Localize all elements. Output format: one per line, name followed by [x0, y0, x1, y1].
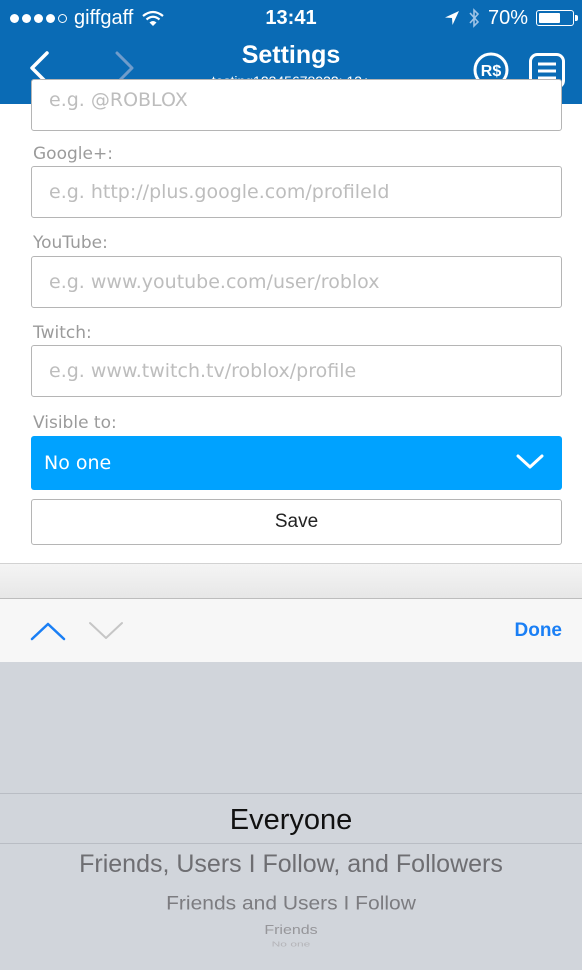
svg-text:R$: R$ — [481, 63, 502, 80]
chevron-up-icon[interactable] — [30, 620, 66, 642]
chevron-down-icon[interactable] — [88, 620, 124, 642]
picker-selection-top-line — [0, 793, 582, 794]
picker-option[interactable]: Friends, Users I Follow, and Followers — [0, 850, 582, 879]
bluetooth-icon — [469, 8, 480, 28]
googleplus-placeholder: e.g. http://plus.google.com/profileId — [49, 181, 390, 203]
twitch-placeholder: e.g. www.twitch.tv/roblox/profile — [49, 360, 357, 382]
picker-option[interactable]: Friends — [0, 924, 582, 938]
picker-option[interactable]: Friends and Users I Follow — [0, 893, 582, 915]
picker-option-selected[interactable]: Everyone — [0, 804, 582, 837]
picker-selection-bottom-line — [0, 843, 582, 844]
googleplus-field[interactable]: e.g. http://plus.google.com/profileId — [31, 166, 562, 218]
chevron-down-icon — [516, 454, 544, 469]
status-bar: giffgaff 13:41 70% — [0, 0, 582, 36]
twitch-label: Twitch: — [33, 323, 92, 343]
status-right-group: 70% — [444, 0, 578, 36]
twitch-field[interactable]: e.g. www.twitch.tv/roblox/profile — [31, 345, 562, 397]
visibility-value: No one — [44, 452, 112, 474]
save-button[interactable]: Save — [31, 499, 562, 545]
visibility-select[interactable]: No one — [31, 436, 562, 490]
twitter-placeholder: e.g. @ROBLOX — [49, 89, 188, 111]
battery-percent: 70% — [487, 7, 528, 29]
googleplus-label: Google+: — [33, 144, 113, 164]
location-icon — [444, 11, 459, 25]
youtube-label: YouTube: — [33, 233, 108, 253]
picker-option[interactable]: No one — [0, 940, 582, 948]
youtube-placeholder: e.g. www.youtube.com/user/roblox — [49, 271, 380, 293]
battery-icon — [536, 10, 578, 26]
twitter-field[interactable]: e.g. @ROBLOX — [31, 79, 562, 131]
youtube-field[interactable]: e.g. www.youtube.com/user/roblox — [31, 256, 562, 308]
option-picker[interactable]: Everyone Friends, Users I Follow, and Fo… — [0, 662, 582, 970]
done-button[interactable]: Done — [515, 620, 563, 642]
divider — [0, 563, 582, 599]
visible-to-label: Visible to: — [33, 413, 117, 433]
